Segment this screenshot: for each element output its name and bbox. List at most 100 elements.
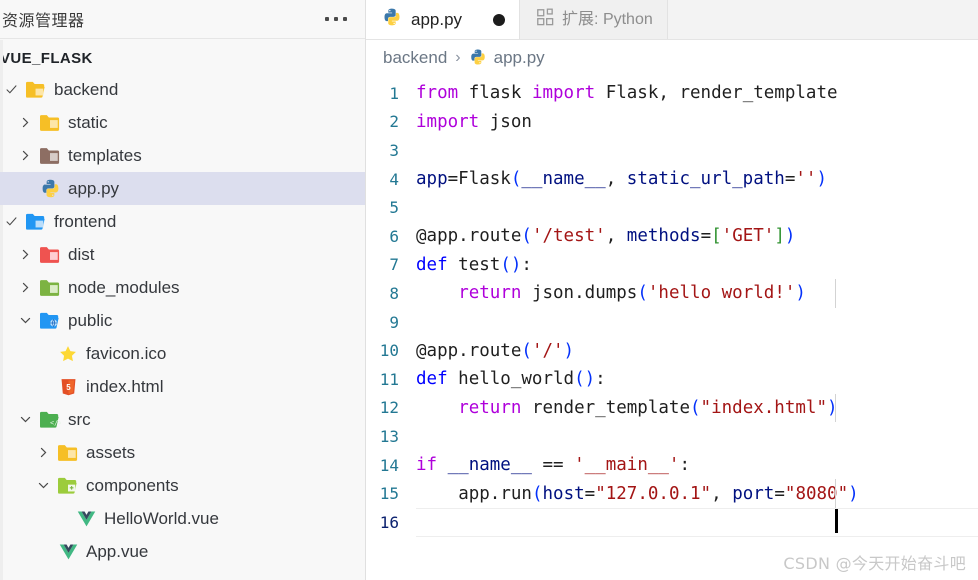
python-file-icon bbox=[382, 7, 402, 32]
tree-item-label: dist bbox=[68, 246, 94, 263]
folder-open-src-green-icon: </> bbox=[36, 410, 64, 430]
tree-item-app-py[interactable]: app.py bbox=[0, 172, 365, 205]
tree-item-label: node_modules bbox=[68, 279, 180, 296]
tree-item-templates[interactable]: templates bbox=[0, 139, 365, 172]
tree-item-dist[interactable]: dist bbox=[0, 238, 365, 271]
code-line[interactable]: 6@app.route('/test', methods=['GET']) bbox=[366, 222, 978, 251]
indent-guide bbox=[835, 394, 836, 423]
code-line-text: app.run(host="127.0.0.1", port="8080") bbox=[416, 484, 859, 504]
tree-item-label: backend bbox=[54, 81, 118, 98]
code-line[interactable]: 3 bbox=[366, 136, 978, 165]
tree-item-label: App.vue bbox=[86, 543, 148, 560]
check-icon[interactable] bbox=[0, 83, 22, 96]
line-number: 13 bbox=[366, 427, 416, 446]
chevron-down-icon[interactable] bbox=[14, 413, 36, 426]
chevron-down-icon[interactable] bbox=[32, 479, 54, 492]
watermark-text: CSDN @今天开始奋斗吧 bbox=[783, 550, 966, 574]
breadcrumb-item-backend[interactable]: backend bbox=[383, 48, 447, 68]
code-line[interactable]: 1from flask import Flask, render_templat… bbox=[366, 79, 978, 108]
chevron-right-icon[interactable] bbox=[14, 248, 36, 261]
folder-red-icon bbox=[36, 245, 64, 265]
tree-item-components[interactable]: components bbox=[0, 469, 365, 502]
explorer-root-folder[interactable]: VUE_FLASK bbox=[0, 43, 365, 73]
python-file-icon bbox=[36, 178, 64, 199]
chevron-right-icon[interactable] bbox=[14, 149, 36, 162]
breadcrumb-label: backend bbox=[383, 48, 447, 68]
tree-item-label: frontend bbox=[54, 213, 116, 230]
code-line[interactable]: 12 return render_template("index.html") bbox=[366, 394, 978, 423]
tree-item-label: HelloWorld.vue bbox=[104, 510, 219, 527]
line-number: 10 bbox=[366, 341, 416, 360]
tree-item-label: public bbox=[68, 312, 112, 329]
folder-green-icon bbox=[36, 278, 64, 298]
tree-item-frontend[interactable]: frontend bbox=[0, 205, 365, 238]
code-line[interactable]: 10@app.route('/') bbox=[366, 336, 978, 365]
code-line-text: import json bbox=[416, 112, 532, 132]
explorer-more-actions-button[interactable] bbox=[321, 14, 351, 24]
code-line[interactable]: 7def test(): bbox=[366, 251, 978, 280]
code-editor[interactable]: 1from flask import Flask, render_templat… bbox=[366, 75, 978, 580]
breadcrumb-item-app-py[interactable]: app.py bbox=[469, 48, 545, 68]
code-line[interactable]: 8 return json.dumps('hello world!') bbox=[366, 279, 978, 308]
tree-item-assets[interactable]: assets bbox=[0, 436, 365, 469]
tree-item-public[interactable]: public bbox=[0, 304, 365, 337]
code-line[interactable]: 15 app.run(host="127.0.0.1", port="8080"… bbox=[366, 479, 978, 508]
code-line-text: return json.dumps('hello world!') bbox=[416, 283, 806, 303]
code-line-text: from flask import Flask, render_template bbox=[416, 83, 838, 103]
tree-item-static[interactable]: static bbox=[0, 106, 365, 139]
folder-brown-icon bbox=[36, 146, 64, 166]
tree-item-src[interactable]: </> src bbox=[0, 403, 365, 436]
chevron-right-icon[interactable] bbox=[14, 281, 36, 294]
code-lines: 1from flask import Flask, render_templat… bbox=[366, 75, 978, 537]
code-line-text: def test(): bbox=[416, 255, 532, 275]
tree-item-label: components bbox=[86, 477, 179, 494]
code-line[interactable]: 11def hello_world(): bbox=[366, 365, 978, 394]
editor-tab-bar: app.py 扩展: Python bbox=[366, 0, 978, 40]
code-line[interactable]: 13 bbox=[366, 422, 978, 451]
html5-file-icon: 5 bbox=[54, 377, 82, 397]
line-number: 12 bbox=[366, 398, 416, 417]
code-line[interactable]: 9 bbox=[366, 308, 978, 337]
code-line[interactable]: 16 bbox=[366, 508, 978, 537]
tree-item-node-modules[interactable]: node_modules bbox=[0, 271, 365, 304]
chevron-down-icon[interactable] bbox=[14, 314, 36, 327]
chevron-right-icon: › bbox=[455, 49, 460, 67]
file-tree: backend static templates app.py frontend dist… bbox=[0, 73, 365, 568]
tree-item-favicon-ico[interactable]: favicon.ico bbox=[0, 337, 365, 370]
line-number: 14 bbox=[366, 456, 416, 475]
tree-item-app-vue[interactable]: App.vue bbox=[0, 535, 365, 568]
ellipsis-icon bbox=[325, 17, 347, 21]
code-line[interactable]: 4app=Flask(__name__, static_url_path='') bbox=[366, 165, 978, 194]
editor-area: app.py 扩展: Python backend bbox=[366, 0, 978, 580]
tree-item-label: assets bbox=[86, 444, 135, 461]
folder-open-blue-globe-icon bbox=[36, 311, 64, 331]
folder-open-olive-icon bbox=[54, 476, 82, 496]
tab-extensions-python[interactable]: 扩展: Python bbox=[520, 0, 668, 39]
indent-guide bbox=[835, 279, 836, 308]
check-icon[interactable] bbox=[0, 215, 22, 228]
tree-item-label: src bbox=[68, 411, 91, 428]
explorer-title: 资源管理器 bbox=[2, 7, 85, 31]
chevron-right-icon[interactable] bbox=[14, 116, 36, 129]
line-number: 2 bbox=[366, 112, 416, 131]
tree-item-helloworld-vue[interactable]: HelloWorld.vue bbox=[0, 502, 365, 535]
vue-file-icon bbox=[72, 509, 100, 528]
line-number: 5 bbox=[366, 198, 416, 217]
tab-app-py[interactable]: app.py bbox=[366, 0, 520, 39]
code-line[interactable]: 5 bbox=[366, 193, 978, 222]
explorer-sidebar: 资源管理器 VUE_FLASK backend static templates ap… bbox=[0, 0, 366, 580]
tab-label: app.py bbox=[411, 11, 462, 28]
line-number: 8 bbox=[366, 284, 416, 303]
explorer-header: 资源管理器 bbox=[0, 0, 365, 38]
tree-item-label: app.py bbox=[68, 180, 119, 197]
tree-item-label: templates bbox=[68, 147, 142, 164]
svg-text:</>: </> bbox=[50, 419, 61, 427]
explorer-root-label: VUE_FLASK bbox=[0, 51, 93, 66]
chevron-right-icon[interactable] bbox=[32, 446, 54, 459]
tree-item-index-html[interactable]: 5index.html bbox=[0, 370, 365, 403]
tree-item-backend[interactable]: backend bbox=[0, 73, 365, 106]
code-line[interactable]: 14if __name__ == '__main__': bbox=[366, 451, 978, 480]
unsaved-indicator-icon[interactable] bbox=[493, 14, 505, 26]
code-line[interactable]: 2import json bbox=[366, 108, 978, 137]
line-number: 11 bbox=[366, 370, 416, 389]
